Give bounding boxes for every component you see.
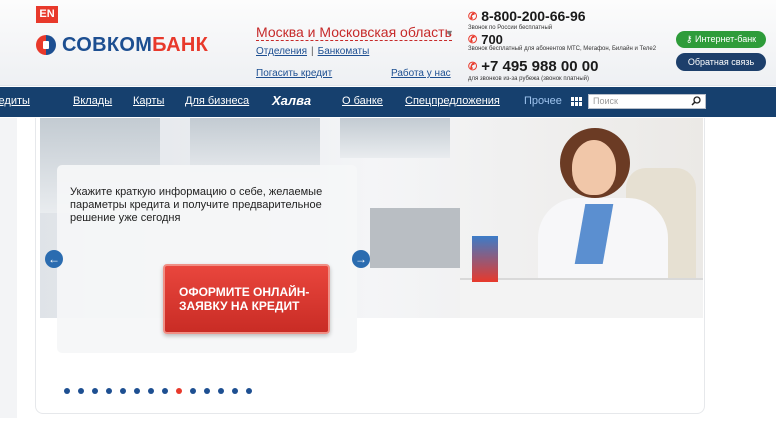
logo-text: СОВКОМБАНК	[62, 33, 209, 56]
internet-bank-button[interactable]: ⚷ Интернет-банк	[676, 31, 766, 48]
nav-item-special-offers[interactable]: Спецпредложения	[405, 95, 500, 107]
bank-logo[interactable]: СОВКОМБАНК	[36, 30, 208, 60]
slider-dot[interactable]	[176, 388, 182, 394]
repay-credit-link[interactable]: Погасить кредит	[256, 68, 332, 79]
search-input[interactable]: Поиск	[588, 94, 706, 109]
grid-menu-icon[interactable]	[571, 97, 582, 106]
slider-dot[interactable]	[190, 388, 196, 394]
phone-short-note: Звонок бесплатный для абонентов МТС, Мег…	[468, 46, 657, 52]
slider-dot[interactable]	[120, 388, 126, 394]
phone-icon: ✆	[468, 34, 478, 46]
slider-prev-button[interactable]: ←	[45, 250, 63, 268]
nav-item-about[interactable]: О банке	[342, 95, 383, 107]
slider-dot[interactable]	[232, 388, 238, 394]
nav-item-cards[interactable]: Карты	[133, 95, 164, 107]
phone-icon: ✆	[468, 10, 478, 23]
nav-item-deposits[interactable]: Вклады	[73, 95, 112, 107]
nav-item-business[interactable]: Для бизнеса	[185, 95, 249, 107]
promo-text: Укажите краткую информацию о себе, желае…	[70, 186, 323, 224]
careers-link[interactable]: Работа у нас	[391, 68, 451, 79]
nav-item-more[interactable]: Прочее	[524, 95, 562, 107]
slider-dot[interactable]	[92, 388, 98, 394]
phone-short[interactable]: ✆ 700	[468, 32, 503, 47]
site-header: EN СОВКОМБАНК Москва и Московская област…	[0, 0, 776, 86]
key-icon: ⚷	[685, 34, 693, 44]
feedback-button[interactable]: Обратная связь	[676, 53, 766, 71]
slider-dot[interactable]	[246, 388, 252, 394]
slider-dot[interactable]	[78, 388, 84, 394]
search-icon[interactable]	[691, 96, 701, 106]
chevron-down-icon[interactable]: ▼	[445, 28, 454, 38]
main-nav: Кредиты Вклады Карты Для бизнеса Халва О…	[0, 87, 776, 117]
slider-next-button[interactable]: →	[352, 250, 370, 268]
phone-international-note: для звонков из-за рубежа (звонок платный…	[468, 76, 589, 82]
slider-dot[interactable]	[204, 388, 210, 394]
slider-dot[interactable]	[218, 388, 224, 394]
slider-dot[interactable]	[134, 388, 140, 394]
slider-pagination	[64, 388, 252, 394]
slider-dot[interactable]	[162, 388, 168, 394]
phone-international[interactable]: ✆ +7 495 988 00 00	[468, 58, 598, 75]
branches-link[interactable]: Отделения	[256, 46, 307, 57]
phone-main-note: Звонок по России бесплатный	[468, 25, 553, 31]
nav-item-credits[interactable]: Кредиты	[0, 95, 30, 107]
nav-item-halva[interactable]: Халва	[272, 93, 311, 108]
logo-icon	[36, 35, 56, 55]
slider-dot[interactable]	[106, 388, 112, 394]
phone-main[interactable]: ✆ 8-800-200-66-96	[468, 8, 586, 24]
slider-dot[interactable]	[64, 388, 70, 394]
search-placeholder: Поиск	[593, 96, 618, 106]
page-edge	[0, 118, 17, 418]
apply-online-button[interactable]: ОФОРМИТЕ ОНЛАЙН-ЗАЯВКУ НА КРЕДИТ	[163, 264, 330, 334]
link-separator: |	[311, 46, 314, 57]
phone-icon: ✆	[468, 61, 478, 73]
arrow-right-icon: →	[355, 252, 367, 266]
branch-links: Отделения | Банкоматы	[256, 46, 369, 57]
arrow-left-icon: ←	[48, 252, 60, 266]
region-selector[interactable]: Москва и Московская область	[256, 24, 452, 41]
slider-dot[interactable]	[148, 388, 154, 394]
language-switch[interactable]: EN	[36, 6, 58, 23]
atms-link[interactable]: Банкоматы	[318, 46, 370, 57]
